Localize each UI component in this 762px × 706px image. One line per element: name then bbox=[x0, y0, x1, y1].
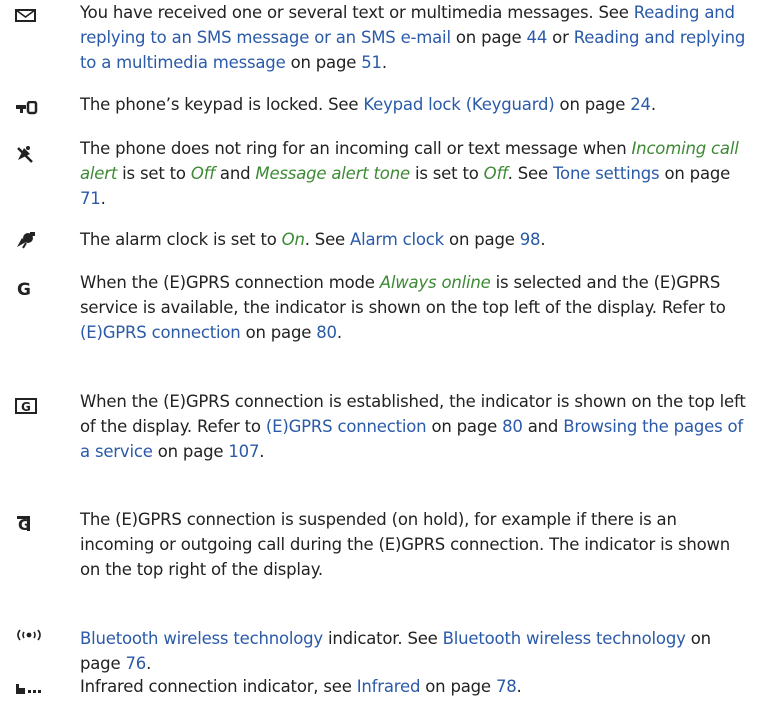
svg-text:G: G bbox=[21, 400, 31, 414]
body-text: The phone does not ring for an incoming … bbox=[80, 139, 632, 158]
body-text: Infrared connection indicator, see bbox=[80, 677, 357, 696]
gprs-connected-icon: G bbox=[14, 397, 44, 421]
cross-reference-link[interactable]: Bluetooth wireless technology bbox=[80, 629, 323, 648]
body-text: The phone’s keypad is locked. See bbox=[80, 95, 364, 114]
cross-reference-link[interactable]: 80 bbox=[502, 417, 523, 436]
setting-name: Always online bbox=[379, 273, 491, 292]
gprs-suspended-icon: G bbox=[14, 513, 44, 537]
body-text: on page bbox=[152, 442, 229, 461]
body-text: on page bbox=[420, 677, 496, 696]
body-text: . bbox=[146, 654, 152, 673]
cross-reference-link[interactable]: (E)GPRS connection bbox=[266, 417, 427, 436]
body-text: . bbox=[516, 677, 522, 696]
body-text: . bbox=[259, 442, 265, 461]
cross-reference-link[interactable]: 80 bbox=[316, 323, 337, 342]
cross-reference-link[interactable]: (E)GPRS connection bbox=[80, 323, 241, 342]
cross-reference-link[interactable]: 71 bbox=[80, 189, 101, 208]
cross-reference-link[interactable]: 107 bbox=[228, 442, 259, 461]
body-text: . bbox=[336, 323, 342, 342]
setting-name: On bbox=[281, 230, 305, 249]
body-text: You have received one or several text or… bbox=[80, 3, 634, 22]
cross-reference-link[interactable]: 98 bbox=[520, 230, 541, 249]
body-text: The (E)GPRS connection is suspended (on … bbox=[80, 510, 731, 579]
envelope-icon bbox=[14, 7, 44, 31]
body-text: . bbox=[650, 95, 656, 114]
body-text: on page bbox=[426, 417, 503, 436]
indicator-list: You have received one or several text or… bbox=[0, 0, 762, 699]
silent-bell-icon bbox=[14, 144, 44, 168]
cross-reference-link[interactable]: 51 bbox=[361, 53, 382, 72]
body-text: . See bbox=[304, 230, 351, 249]
body-text: on page bbox=[444, 230, 520, 249]
body-text: When the (E)GPRS connection mode bbox=[80, 273, 380, 292]
cross-reference-link[interactable]: Bluetooth wireless technology bbox=[443, 629, 686, 648]
body-text: indicator. See bbox=[323, 629, 443, 648]
gprs-g-icon: G bbox=[14, 279, 44, 303]
entry-text: The (E)GPRS connection is suspended (on … bbox=[80, 507, 748, 582]
body-text: on page bbox=[450, 28, 527, 47]
cross-reference-link[interactable]: Tone settings bbox=[553, 164, 660, 183]
body-text: and bbox=[522, 417, 564, 436]
body-text: on page bbox=[659, 164, 731, 183]
body-text: on page bbox=[554, 95, 631, 114]
cross-reference-link[interactable]: 76 bbox=[125, 654, 146, 673]
entry-text: The phone’s keypad is locked. See Keypad… bbox=[80, 92, 748, 117]
cross-reference-link[interactable]: 78 bbox=[496, 677, 517, 696]
entry-text: The alarm clock is set to On. See Alarm … bbox=[80, 227, 748, 252]
body-text: on page bbox=[285, 53, 362, 72]
infrared-indicator-icon bbox=[14, 682, 44, 706]
body-text: is set to bbox=[117, 164, 191, 183]
cross-reference-link[interactable]: 44 bbox=[527, 28, 548, 47]
bluetooth-indicator-icon bbox=[14, 628, 44, 652]
alarm-clock-icon bbox=[14, 230, 44, 254]
entry-text: Infrared connection indicator, see Infra… bbox=[80, 674, 748, 699]
key-icon bbox=[14, 101, 44, 125]
setting-name: Message alert tone bbox=[255, 164, 410, 183]
body-text: . See bbox=[507, 164, 553, 183]
body-text: on page bbox=[240, 323, 317, 342]
cross-reference-link[interactable]: Keypad lock (Keyguard) bbox=[363, 95, 554, 114]
cross-reference-link[interactable]: 24 bbox=[630, 95, 651, 114]
setting-name: Off bbox=[483, 164, 508, 183]
entry-text: When the (E)GPRS connection mode Always … bbox=[80, 270, 748, 345]
entry-text: Bluetooth wireless technology indicator.… bbox=[80, 626, 748, 676]
setting-name: Off bbox=[190, 164, 215, 183]
entry-text: When the (E)GPRS connection is establish… bbox=[80, 389, 748, 464]
body-text: . bbox=[100, 189, 106, 208]
svg-text:G: G bbox=[17, 280, 31, 297]
body-text: and bbox=[214, 164, 256, 183]
entry-text: The phone does not ring for an incoming … bbox=[80, 136, 748, 211]
cross-reference-link[interactable]: Alarm clock bbox=[350, 230, 444, 249]
body-text: is set to bbox=[409, 164, 484, 183]
body-text: The alarm clock is set to bbox=[80, 230, 282, 249]
entry-text: You have received one or several text or… bbox=[80, 0, 748, 75]
body-text: . bbox=[540, 230, 546, 249]
body-text: . bbox=[381, 53, 387, 72]
cross-reference-link[interactable]: Infrared bbox=[357, 677, 421, 696]
body-text: or bbox=[547, 28, 574, 47]
